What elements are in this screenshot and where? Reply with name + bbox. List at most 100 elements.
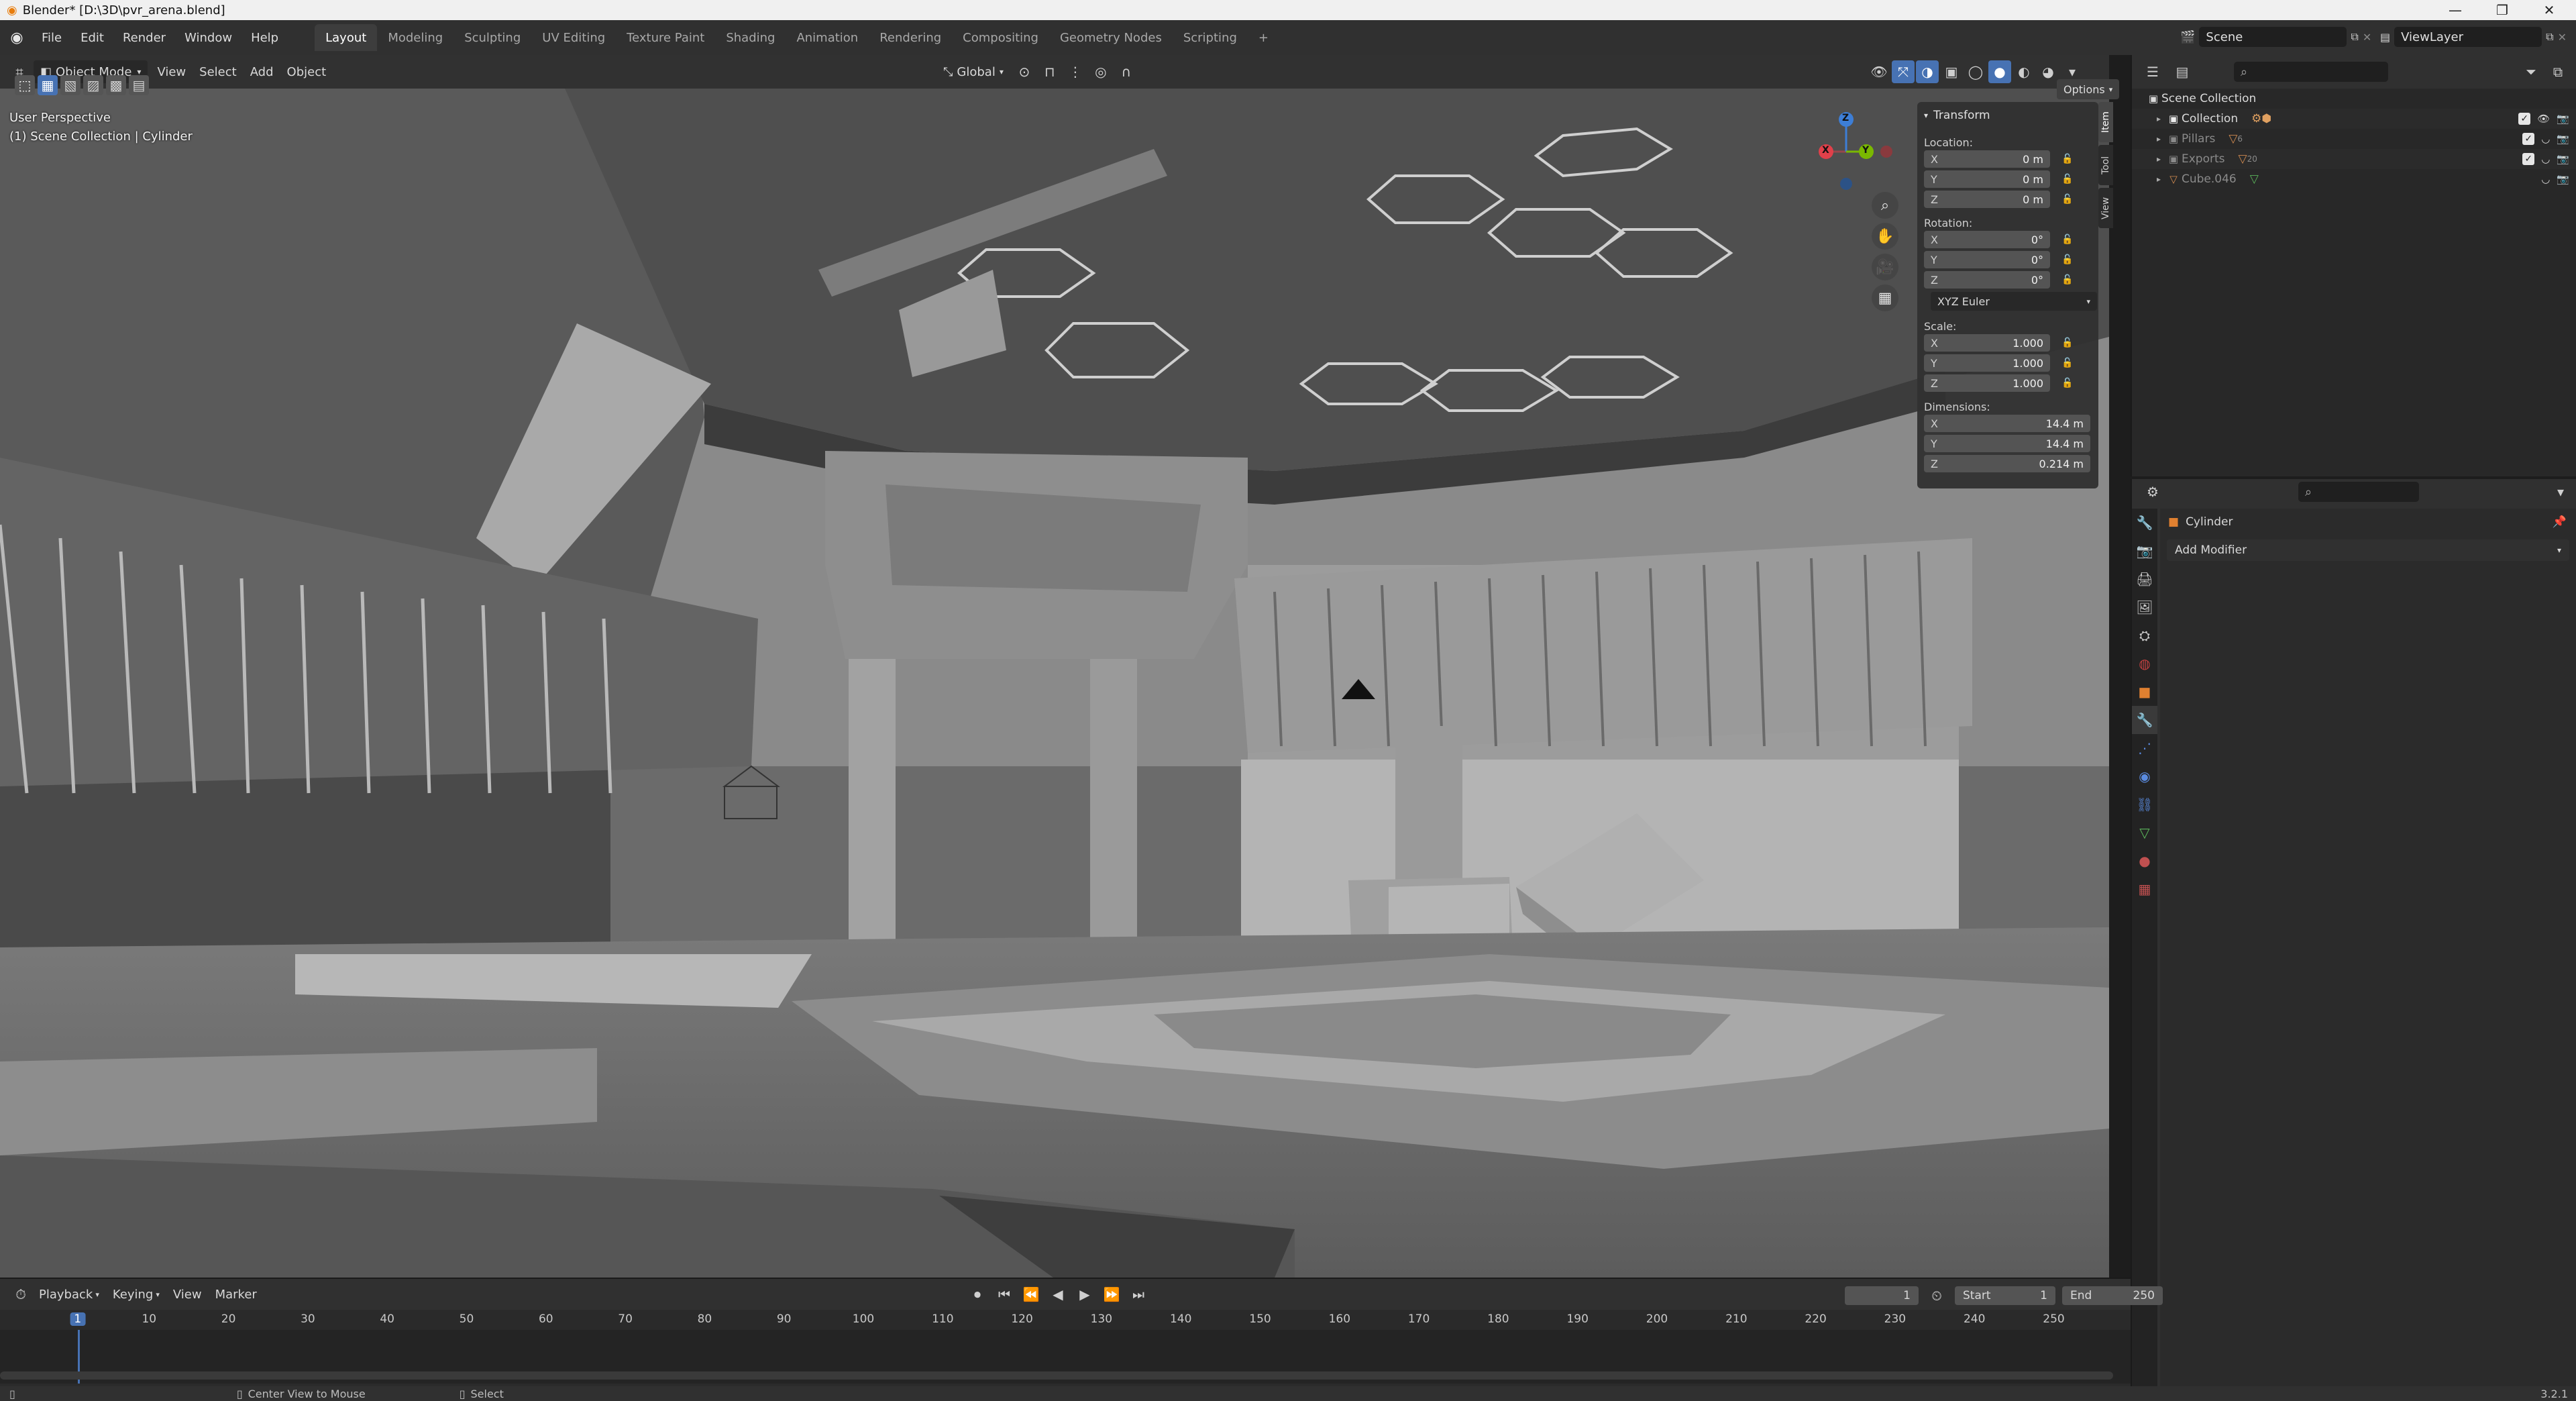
- physics-tab-icon[interactable]: ◉: [2132, 762, 2157, 790]
- tab-tool[interactable]: Tool: [2098, 145, 2113, 185]
- end-frame-field[interactable]: End 250: [2062, 1286, 2163, 1305]
- chevron-down-icon[interactable]: ▾: [2549, 480, 2572, 503]
- visibility-icon[interactable]: 👁: [1868, 60, 1890, 83]
- editor-type-icon[interactable]: ☰: [2141, 60, 2164, 83]
- rotation-z-field[interactable]: Z 0°: [1924, 271, 2050, 289]
- outliner-row-cube046[interactable]: ▸ ▽ Cube.046 ▽ ◡ 📷: [2132, 169, 2576, 189]
- exclude-checkbox[interactable]: ✓: [2518, 113, 2531, 125]
- pin-icon[interactable]: 📌: [2553, 515, 2567, 529]
- outliner-row-collection[interactable]: ▸ ▣ Collection ⚙⬢ ✓ 👁 📷: [2132, 109, 2576, 129]
- constraints-tab-icon[interactable]: ⛓: [2132, 790, 2157, 819]
- menu-file[interactable]: File: [32, 24, 71, 51]
- editor-type-icon[interactable]: ⚙: [2141, 480, 2164, 503]
- expand-arrow-icon[interactable]: ▸: [2152, 154, 2165, 164]
- location-x-field[interactable]: X 0 m: [1924, 150, 2050, 168]
- pivot-point-icon[interactable]: ⊙: [1013, 60, 1036, 83]
- camera-view-icon[interactable]: 🎥: [1872, 254, 1898, 280]
- close-button[interactable]: ✕: [2529, 0, 2569, 20]
- tab-view[interactable]: View: [2098, 188, 2113, 228]
- menu-render[interactable]: Render: [113, 24, 175, 51]
- modifier-tab-icon[interactable]: 🔧: [2132, 706, 2157, 734]
- timeline-scrollbar[interactable]: [0, 1371, 2113, 1380]
- tab-texture-paint[interactable]: Texture Paint: [616, 24, 715, 51]
- menu-help[interactable]: Help: [241, 24, 288, 51]
- menu-view[interactable]: View: [166, 1283, 209, 1306]
- object-tab-icon[interactable]: ■: [2132, 678, 2157, 706]
- rotation-mode-select[interactable]: XYZ Euler ▾: [1931, 292, 2097, 311]
- jump-end-icon[interactable]: ⏭: [1127, 1283, 1150, 1306]
- lock-icon[interactable]: 🔓: [2059, 191, 2076, 207]
- tab-item[interactable]: Item: [2098, 102, 2113, 142]
- location-y-field[interactable]: Y 0 m: [1924, 170, 2050, 188]
- play-reverse-icon[interactable]: ◀: [1046, 1283, 1069, 1306]
- scale-z-field[interactable]: Z 1.000: [1924, 374, 2050, 392]
- camera-icon[interactable]: 📷: [2557, 113, 2569, 125]
- menu-marker[interactable]: Marker: [209, 1283, 264, 1306]
- start-frame-field[interactable]: Start 1: [1955, 1286, 2055, 1305]
- select-box-tool-icon[interactable]: ⬚: [15, 75, 35, 95]
- select-extend-icon[interactable]: ▧: [60, 75, 80, 95]
- select-invert-icon[interactable]: ▩: [106, 75, 126, 95]
- timeline-ruler[interactable]: 1 10 20 30 40 50 60 70 80 90 100 110 120 130 140 150 160…: [0, 1310, 2131, 1330]
- output-tab-icon[interactable]: 🖨: [2132, 565, 2157, 593]
- wireframe-shading-icon[interactable]: ◯: [1964, 60, 1987, 83]
- view-layer-selector[interactable]: ViewLayer: [2394, 27, 2542, 47]
- select-new-icon[interactable]: ▦: [38, 75, 58, 95]
- play-icon[interactable]: ▶: [1073, 1283, 1096, 1306]
- gizmo-toggle-icon[interactable]: ⤧: [1892, 60, 1915, 83]
- dimensions-x-field[interactable]: X 14.4 m: [1924, 415, 2090, 432]
- scene-tab-icon[interactable]: ⛭: [2132, 621, 2157, 650]
- proportional-editing-icon[interactable]: ◎: [1089, 60, 1112, 83]
- rotation-y-field[interactable]: Y 0°: [1924, 251, 2050, 268]
- tab-geometry-nodes[interactable]: Geometry Nodes: [1049, 24, 1173, 51]
- menu-playback[interactable]: Playback ▾: [32, 1283, 106, 1306]
- eye-closed-icon[interactable]: ◡: [2541, 133, 2550, 145]
- add-workspace-button[interactable]: +: [1248, 24, 1279, 51]
- snap-target-icon[interactable]: ⋮: [1064, 60, 1087, 83]
- tab-compositing[interactable]: Compositing: [952, 24, 1049, 51]
- jump-keyframe-back-icon[interactable]: ⏪: [1020, 1283, 1042, 1306]
- new-view-layer-icon[interactable]: ⧉: [2546, 30, 2553, 44]
- tool-tab-icon[interactable]: 🔧: [2132, 509, 2157, 537]
- outliner-row-pillars[interactable]: ▸ ▣ Pillars ▽ 6 ✓ ◡ 📷: [2132, 129, 2576, 149]
- eye-icon[interactable]: 👁: [2537, 113, 2550, 125]
- material-shading-icon[interactable]: ◐: [2012, 60, 2035, 83]
- dimensions-y-field[interactable]: Y 14.4 m: [1924, 435, 2090, 452]
- tab-animation[interactable]: Animation: [786, 24, 869, 51]
- display-mode-icon[interactable]: ▤: [2171, 60, 2194, 83]
- select-subtract-icon[interactable]: ▨: [83, 75, 103, 95]
- menu-window[interactable]: Window: [175, 24, 241, 51]
- jump-start-icon[interactable]: ⏮: [993, 1283, 1016, 1306]
- auto-keying-icon[interactable]: ⏺: [966, 1283, 989, 1306]
- timeline-track[interactable]: [0, 1330, 2131, 1384]
- current-frame-field[interactable]: 1: [1845, 1286, 1919, 1305]
- location-z-field[interactable]: Z 0 m: [1924, 191, 2050, 208]
- lock-icon[interactable]: 🔓: [2059, 151, 2076, 167]
- transform-panel-header[interactable]: ▾ Transform: [1917, 102, 2098, 129]
- maximize-button[interactable]: ❐: [2482, 0, 2522, 20]
- falloff-icon[interactable]: ∩: [1115, 60, 1138, 83]
- menu-object[interactable]: Object: [280, 60, 333, 83]
- tab-layout[interactable]: Layout: [315, 24, 378, 51]
- particles-tab-icon[interactable]: ⋰: [2132, 734, 2157, 762]
- overlay-toggle-icon[interactable]: ◑: [1916, 60, 1939, 83]
- new-collection-icon[interactable]: ⧉: [2546, 60, 2569, 83]
- blender-menu-icon[interactable]: ◉: [8, 29, 25, 46]
- perspective-toggle-icon[interactable]: ▦: [1872, 284, 1898, 311]
- delete-view-layer-icon[interactable]: ✕: [2558, 31, 2567, 44]
- add-modifier-button[interactable]: Add Modifier ▾: [2167, 539, 2569, 561]
- material-tab-icon[interactable]: ●: [2132, 847, 2157, 875]
- preview-range-icon[interactable]: ⏲: [1925, 1284, 1948, 1307]
- menu-edit[interactable]: Edit: [71, 24, 113, 51]
- dimensions-z-field[interactable]: Z 0.214 m: [1924, 455, 2090, 472]
- tab-uv-editing[interactable]: UV Editing: [531, 24, 616, 51]
- tab-scripting[interactable]: Scripting: [1173, 24, 1248, 51]
- eye-closed-icon[interactable]: ◡: [2541, 173, 2550, 185]
- expand-arrow-icon[interactable]: ▸: [2152, 134, 2165, 144]
- rotation-x-field[interactable]: X 0°: [1924, 231, 2050, 248]
- minimize-button[interactable]: —: [2435, 0, 2475, 20]
- render-tab-icon[interactable]: 📷: [2132, 537, 2157, 565]
- filter-icon[interactable]: ⏷: [2520, 60, 2542, 83]
- lock-icon[interactable]: 🔓: [2059, 231, 2076, 248]
- zoom-icon[interactable]: ⌕: [1872, 192, 1898, 219]
